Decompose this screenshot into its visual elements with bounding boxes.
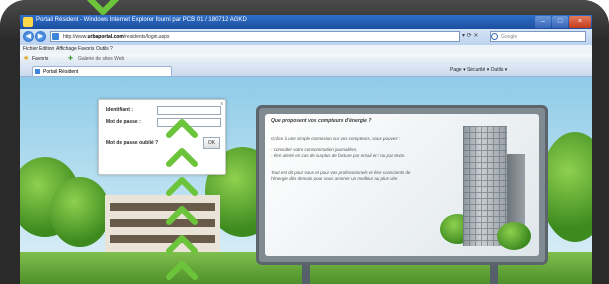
menu-item-favorites[interactable]: Favoris: [78, 46, 94, 52]
billboard-post-right: [490, 262, 498, 284]
window-titlebar: Portail Résident - Windows Internet Expl…: [20, 15, 592, 29]
window-title: Portail Résident - Windows Internet Expl…: [36, 17, 247, 23]
building-balcony-2: [110, 219, 215, 227]
billboard-post-left: [302, 262, 310, 284]
building-balcony-1: [110, 203, 215, 211]
forgot-password-link[interactable]: Mot de passe oublié ?: [106, 140, 158, 146]
favorites-bar: ★ Favoris ✚ Galerie de sites Web: [20, 54, 592, 64]
chevron-up-icon-3: [165, 176, 199, 196]
chevron-down-icon: [86, 0, 120, 16]
close-window-button[interactable]: ×: [569, 16, 591, 28]
chevron-up-icon-1: [165, 118, 199, 138]
billboard-text-2: - consulter votre consommation journaliè…: [271, 147, 358, 152]
refresh-stop-icons[interactable]: ▾ ⟳ ✕: [462, 32, 478, 39]
billboard-text-3: - être alerté en cas de surplus de factu…: [271, 153, 406, 158]
password-label: Mot de passe :: [106, 119, 141, 125]
maximize-button[interactable]: □: [552, 16, 568, 28]
minimize-button[interactable]: –: [535, 16, 551, 28]
favorites-star-icon[interactable]: ★: [23, 55, 29, 63]
chevron-up-icon-6: [165, 260, 199, 280]
billboard-text-4: Tout est dit pour vous et pour vos profe…: [271, 170, 411, 181]
address-domain: urbaportal.com: [87, 34, 124, 40]
window-controls: – □ ×: [535, 15, 592, 29]
tree-left-2: [50, 177, 110, 247]
search-input[interactable]: Google: [490, 31, 586, 42]
address-input[interactable]: http://www.urbaportal.com/residents/logi…: [50, 31, 460, 42]
command-bar[interactable]: Page ▾ Sécurité ▾ Outils ▾: [450, 67, 507, 73]
chevron-up-icon-4: [165, 205, 199, 225]
address-toolbar: ◀ ▶ http://www.urbaportal.com/residents/…: [20, 29, 592, 45]
favorites-label[interactable]: Favoris: [32, 56, 48, 62]
info-billboard: Que proposent vos compteurs d'énergie ? …: [256, 105, 548, 265]
tab-portail-resident[interactable]: Portail Résident: [32, 66, 172, 76]
search-icon: [491, 33, 498, 40]
favorites-link[interactable]: Galerie de sites Web: [78, 56, 124, 62]
illustration-tree-right: [497, 222, 531, 250]
tab-favicon-icon: [35, 69, 40, 74]
billboard-text-1: Grâce à une simple connexion sur vos com…: [271, 136, 401, 141]
menu-item-view[interactable]: Affichage: [56, 46, 77, 52]
menu-item-file[interactable]: Fichier: [23, 46, 38, 52]
building-balcony-3: [110, 235, 215, 243]
chevron-up-icon-5: [165, 234, 199, 254]
ie-icon: [23, 17, 33, 27]
menu-item-help[interactable]: ?: [110, 46, 113, 52]
back-button[interactable]: ◀: [23, 31, 34, 42]
page-content: x Identifiant : Mot de passe : Mot de pa…: [20, 77, 592, 284]
page-favicon-icon: [52, 33, 59, 40]
billboard-title: Que proposent vos compteurs d'énergie ?: [271, 118, 372, 124]
address-prefix: http://www.: [63, 34, 88, 40]
chevron-up-icon-2: [165, 147, 199, 167]
add-favorite-icon[interactable]: ✚: [68, 55, 73, 62]
login-panel: x Identifiant : Mot de passe : Mot de pa…: [98, 99, 226, 175]
browser-screen: Portail Résident - Windows Internet Expl…: [20, 15, 592, 284]
billboard-panel: Que proposent vos compteurs d'énergie ? …: [265, 114, 539, 256]
username-input[interactable]: [157, 106, 221, 115]
address-path: /residents/login.aspx: [123, 34, 170, 40]
username-label: Identifiant :: [106, 107, 133, 113]
login-ok-button[interactable]: OK: [203, 137, 220, 149]
menu-item-tools[interactable]: Outils: [96, 46, 109, 52]
forward-button[interactable]: ▶: [35, 31, 46, 42]
menu-bar: Fichier Edition Affichage Favoris Outils…: [20, 45, 592, 54]
menu-item-edit[interactable]: Edition: [39, 46, 54, 52]
